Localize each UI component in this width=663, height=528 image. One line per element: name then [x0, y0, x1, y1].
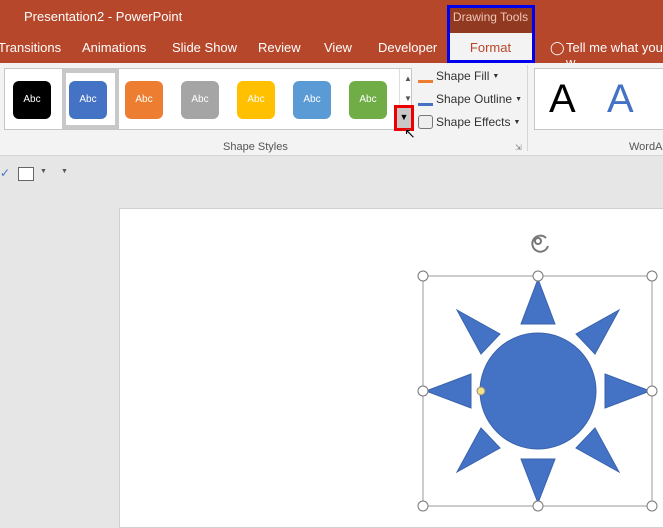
sun-circle — [479, 332, 597, 450]
mouse-cursor-icon: ↖ — [404, 125, 416, 141]
adjust-handle — [476, 386, 486, 396]
rotate-handle-icon — [531, 234, 549, 253]
sun-shape[interactable] — [0, 0, 663, 516]
